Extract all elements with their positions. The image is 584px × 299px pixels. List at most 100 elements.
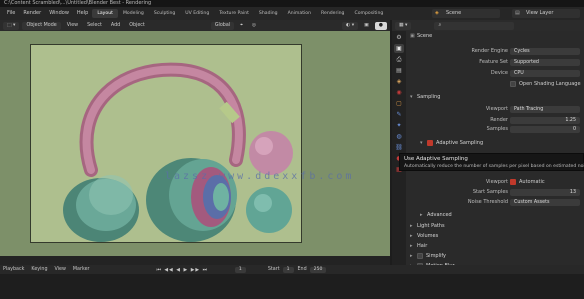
tool-tab-icon[interactable]: ⚙ — [394, 33, 404, 42]
camera-frame — [30, 44, 302, 243]
tooltip-title: Use Adaptive Sampling — [404, 156, 468, 162]
hair-section[interactable]: ▸ Hair — [410, 242, 427, 251]
chevron-down-icon: ▾ — [420, 140, 423, 146]
solid-shading-icon[interactable]: ● — [374, 21, 387, 30]
adaptive-viewport-row: Viewport Automatic — [485, 178, 545, 185]
physics-tab-icon[interactable]: ◍ — [394, 132, 404, 141]
adaptive-sampling-checkbox[interactable] — [427, 139, 433, 146]
viewport-subsection-row: Viewport Path Tracing — [406, 105, 584, 114]
tab-modeling[interactable]: Modeling — [118, 9, 149, 18]
add-menu[interactable]: Add — [108, 22, 123, 30]
render-samples-field[interactable]: 1.25 — [510, 117, 580, 124]
tab-sculpting[interactable]: Sculpting — [149, 9, 180, 18]
scene-section-header: ▣ Scene — [410, 33, 433, 39]
output-tab-icon[interactable]: ⎙ — [394, 55, 404, 64]
view-menu[interactable]: View — [55, 267, 66, 272]
object-menu[interactable]: Object — [126, 22, 148, 30]
view-layer-tab-icon[interactable]: ▤ — [394, 66, 404, 75]
tab-uv-editing[interactable]: UV Editing — [180, 9, 214, 18]
render-engine-dropdown[interactable]: Cycles — [510, 48, 580, 55]
light-paths-section[interactable]: ▸ Light Paths — [410, 222, 445, 231]
tab-animation[interactable]: Animation — [283, 9, 316, 18]
world-tab-icon[interactable]: ◉ — [394, 88, 404, 97]
end-label: End — [297, 267, 307, 272]
properties-editor-icon[interactable]: ▦ ▾ — [395, 21, 412, 30]
window-title: C:\Content Scrambled\...\Untitled\Blende… — [0, 0, 584, 7]
automatic-checkbox[interactable] — [510, 178, 516, 185]
constraints-tab-icon[interactable]: ⛓ — [394, 143, 404, 152]
properties-header: ▦ ▾ ⌕ — [392, 20, 584, 31]
current-frame-field[interactable]: 1 — [234, 266, 246, 273]
timeline-header: Playback Keying View Marker ⏮ ◀◀ ◀ ▶ ▶▶ … — [0, 265, 584, 274]
scene-tab-icon[interactable]: ◈ — [394, 77, 404, 86]
xray-icon[interactable]: ▣ — [361, 22, 372, 30]
render-samples-row: Render 1.25 — [406, 116, 584, 125]
render-engine-row: Render Engine Cycles — [406, 47, 584, 56]
tab-shading[interactable]: Shading — [254, 9, 283, 18]
osl-checkbox[interactable]: Open Shading Language — [510, 80, 581, 89]
modifier-tab-icon[interactable]: ✎ — [394, 110, 404, 119]
snap-icon[interactable]: ⌖ — [237, 22, 246, 30]
device-dropdown[interactable]: CPU — [510, 70, 580, 77]
proportional-edit-icon[interactable]: ◎ — [249, 22, 259, 30]
view-layer-selector[interactable]: ▤ View Layer — [512, 9, 580, 18]
object-tab-icon[interactable]: ▢ — [394, 99, 404, 108]
render-tab-icon[interactable]: ▣ — [394, 44, 404, 53]
simplify-section[interactable]: ▸ Simplify — [410, 252, 446, 261]
adaptive-sampling-tooltip: Use Adaptive Sampling Automatically redu… — [399, 153, 584, 171]
scene-selector[interactable]: ◈ Scene — [432, 9, 500, 18]
view-layer-icon: ▤ — [515, 10, 520, 16]
start-samples-field[interactable]: 13 — [510, 189, 580, 196]
headphones-render — [63, 62, 293, 242]
menu-window[interactable]: Window — [45, 7, 73, 20]
properties-search-icon[interactable]: ⌕ — [434, 21, 515, 30]
watermark: lazsz www.ddexxfb.com — [165, 171, 355, 182]
scene-name: Scene — [446, 10, 462, 16]
editor-type-button[interactable]: ⬚ ▾ — [3, 21, 20, 30]
menu-render[interactable]: Render — [19, 7, 45, 20]
view-menu[interactable]: View — [64, 22, 81, 30]
scene-section-icon: ▣ — [410, 33, 415, 39]
playback-controls[interactable]: ⏮ ◀◀ ◀ ▶ ▶▶ ⏭ — [157, 267, 208, 273]
start-frame-field[interactable]: 1 — [282, 266, 294, 273]
chevron-right-icon: ▸ — [410, 223, 413, 229]
end-frame-field[interactable]: 250 — [309, 266, 327, 273]
tooltip-body: Automatically reduce the number of sampl… — [404, 164, 584, 169]
tab-compositing[interactable]: Compositing — [349, 9, 388, 18]
particles-tab-icon[interactable]: ✦ — [394, 121, 404, 130]
viewport-denoise-dropdown[interactable]: Path Tracing — [510, 106, 580, 113]
status-bar — [0, 274, 584, 299]
feature-set-dropdown[interactable]: Supported — [510, 59, 580, 66]
3d-viewport[interactable]: lazsz www.ddexxfb.com — [0, 31, 390, 256]
adaptive-sampling-header[interactable]: ▾ Adaptive Sampling — [420, 139, 483, 148]
osl-row: Open Shading Language — [406, 80, 584, 89]
tab-texture-paint[interactable]: Texture Paint — [214, 9, 254, 18]
advanced-subsection[interactable]: ▸ Advanced — [420, 211, 452, 220]
sampling-section-header[interactable]: ▾ Sampling — [410, 93, 440, 102]
chevron-right-icon: ▸ — [410, 233, 413, 239]
chevron-right-icon: ▸ — [420, 212, 423, 218]
view-layer-name: View Layer — [526, 10, 554, 16]
chevron-right-icon: ▸ — [410, 253, 413, 259]
samples-field[interactable]: 0 — [510, 126, 580, 133]
keying-menu[interactable]: Keying — [31, 267, 47, 272]
start-samples-row: Start Samples 13 — [406, 188, 584, 197]
tab-layout[interactable]: Layout — [92, 9, 118, 18]
select-menu[interactable]: Select — [84, 22, 105, 30]
menu-file[interactable]: File — [3, 7, 19, 20]
volumes-section[interactable]: ▸ Volumes — [410, 232, 438, 241]
tab-rendering[interactable]: Rendering — [316, 9, 349, 18]
noise-threshold-field[interactable]: Custom Assets — [510, 199, 580, 206]
samples-row: Samples 0 — [406, 125, 584, 134]
playback-menu[interactable]: Playback — [3, 267, 24, 272]
transform-orientation-dropdown[interactable]: Global — [210, 21, 235, 30]
menu-help[interactable]: Help — [73, 7, 92, 20]
timeline-area[interactable] — [0, 256, 390, 265]
chevron-down-icon: ▾ — [410, 94, 413, 100]
simplify-checkbox[interactable] — [417, 252, 423, 259]
device-row: Device CPU — [406, 69, 584, 78]
feature-set-row: Feature Set Supported — [406, 58, 584, 67]
mode-dropdown[interactable]: Object Mode — [22, 21, 61, 30]
marker-menu[interactable]: Marker — [73, 267, 90, 272]
overlays-button[interactable]: ◐ ▾ — [342, 21, 359, 30]
